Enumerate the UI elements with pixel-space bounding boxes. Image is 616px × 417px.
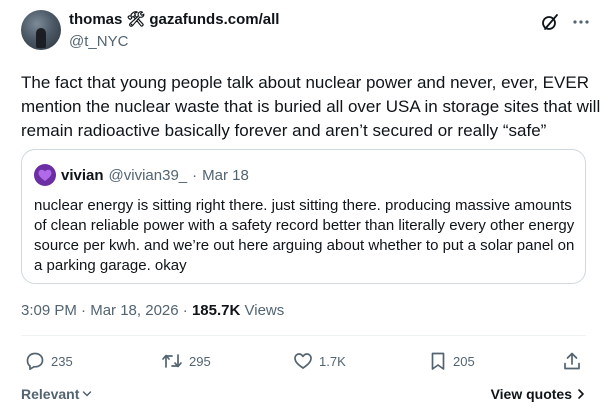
sort-label: Relevant bbox=[21, 386, 80, 402]
purple-heart-icon bbox=[38, 169, 52, 181]
chevron-down-icon bbox=[83, 391, 92, 397]
views-label: Views bbox=[244, 302, 285, 319]
reply-icon bbox=[26, 352, 44, 371]
quoted-tweet[interactable]: vivian @vivian39_ · Mar 18 nuclear energ… bbox=[21, 149, 586, 284]
bookmark-count: 205 bbox=[453, 353, 475, 369]
divider bbox=[21, 335, 586, 336]
tweet-timestamp-row: 3:09 PM · Mar 18, 2026 · 185.7K Views bbox=[21, 302, 284, 319]
grok-icon[interactable] bbox=[540, 12, 560, 32]
bookmark-icon bbox=[431, 352, 445, 370]
chevron-right-icon bbox=[578, 389, 584, 399]
share-button[interactable] bbox=[562, 351, 582, 371]
reply-count: 235 bbox=[51, 353, 73, 369]
author-avatar[interactable] bbox=[21, 10, 61, 50]
hammer-wrench-emoji: 🛠 bbox=[126, 11, 146, 28]
share-icon bbox=[564, 352, 580, 370]
view-quotes-label: View quotes bbox=[490, 386, 572, 402]
quoted-author-avatar[interactable] bbox=[34, 164, 56, 186]
view-quotes-link[interactable]: View quotes bbox=[491, 386, 586, 402]
repost-icon bbox=[162, 354, 182, 368]
like-button[interactable]: 1.7K bbox=[293, 351, 346, 371]
time-separator: · bbox=[81, 302, 87, 319]
reply-button[interactable]: 235 bbox=[25, 351, 73, 371]
like-icon bbox=[294, 353, 312, 369]
quoted-author-name[interactable]: vivian bbox=[61, 167, 104, 184]
author-name-row[interactable]: thomas 🛠 gazafunds.com/all bbox=[69, 11, 279, 28]
views-count: 185.7K bbox=[191, 302, 241, 319]
quoted-author-handle[interactable]: @vivian39_ bbox=[109, 167, 188, 184]
repost-count: 295 bbox=[189, 353, 211, 369]
tweet-top-actions bbox=[540, 12, 590, 32]
tweet-actions-bar: 235 295 1.7K 205 bbox=[21, 351, 596, 375]
views-separator: · bbox=[182, 302, 188, 319]
author-handle[interactable]: @t_NYC bbox=[69, 33, 128, 50]
quoted-separator: · bbox=[192, 166, 198, 184]
repost-button[interactable]: 295 bbox=[161, 351, 211, 371]
quoted-tweet-header: vivian @vivian39_ · Mar 18 bbox=[34, 164, 249, 186]
tweet-date[interactable]: Mar 18, 2026 bbox=[90, 302, 178, 319]
more-icon[interactable] bbox=[572, 19, 590, 25]
bookmark-button[interactable]: 205 bbox=[429, 351, 475, 371]
tweet-text: The fact that young people talk about nu… bbox=[21, 73, 601, 140]
author-name[interactable]: thomas bbox=[69, 11, 122, 28]
quoted-date[interactable]: Mar 18 bbox=[202, 167, 249, 184]
author-name-suffix[interactable]: gazafunds.com/all bbox=[149, 11, 279, 28]
tweet-time[interactable]: 3:09 PM bbox=[21, 302, 77, 319]
quoted-tweet-text: nuclear energy is sitting right there. j… bbox=[34, 197, 575, 274]
sort-relevant-dropdown[interactable]: Relevant bbox=[21, 386, 93, 402]
like-count: 1.7K bbox=[319, 353, 346, 369]
